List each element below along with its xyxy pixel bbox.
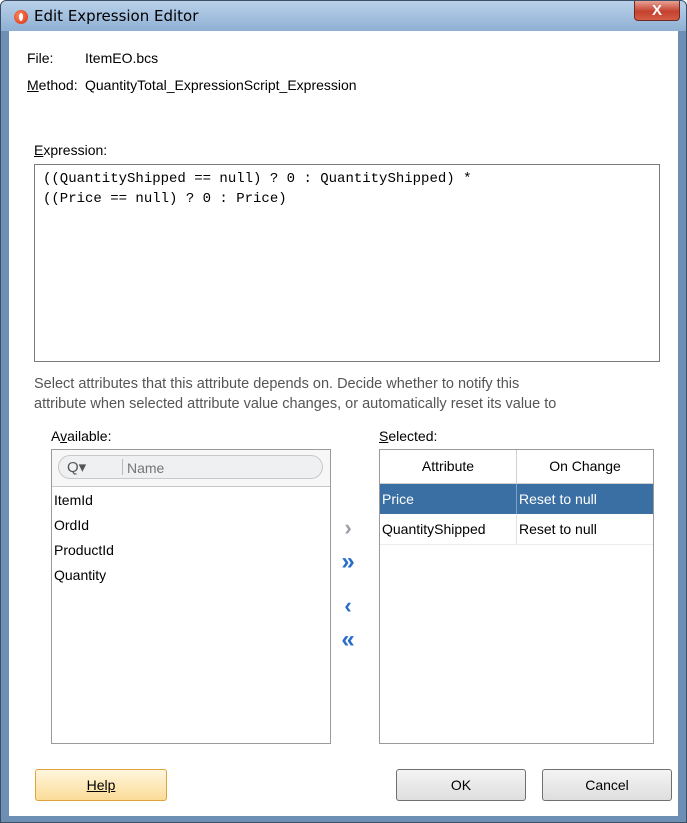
expression-line-1: ((QuantityShipped == null) ? 0 : Quantit… bbox=[43, 171, 472, 187]
expression-line-2: ((Price == null) ? 0 : Price) bbox=[43, 191, 287, 207]
window-title: Edit Expression Editor bbox=[34, 7, 199, 25]
file-label: File: bbox=[27, 50, 54, 66]
ok-button[interactable]: OK bbox=[396, 769, 526, 801]
search-input[interactable] bbox=[125, 458, 319, 478]
available-label: Available: bbox=[51, 428, 112, 444]
on-change-cell[interactable]: Reset to null bbox=[517, 484, 653, 514]
cancel-button[interactable]: Cancel bbox=[542, 769, 672, 801]
on-change-cell[interactable]: Reset to null bbox=[517, 514, 653, 544]
list-item[interactable]: ItemId bbox=[52, 488, 330, 513]
search-bar: Q▾ bbox=[52, 450, 330, 487]
help-label: Help bbox=[86, 777, 116, 793]
attribute-cell: QuantityShipped bbox=[380, 514, 517, 544]
close-icon: X bbox=[651, 2, 662, 19]
table-row[interactable]: Price Reset to null bbox=[380, 484, 653, 514]
move-right-button[interactable]: › bbox=[335, 514, 361, 542]
hint-line-2: attribute when selected attribute value … bbox=[34, 396, 557, 412]
expression-textarea[interactable]: ((QuantityShipped == null) ? 0 : Quantit… bbox=[34, 164, 660, 362]
column-header-on-change[interactable]: On Change bbox=[517, 450, 653, 484]
file-value: ItemEO.bcs bbox=[85, 50, 159, 66]
move-left-button[interactable]: ‹ bbox=[335, 592, 361, 620]
list-item[interactable]: ProductId bbox=[52, 538, 330, 563]
dependency-hint: Select attributes that this attribute de… bbox=[34, 374, 674, 414]
available-items: ItemId OrdId ProductId Quantity bbox=[52, 488, 330, 588]
attribute-cell: Price bbox=[380, 484, 517, 514]
close-button[interactable]: X bbox=[634, 1, 680, 21]
expression-label: Expression: bbox=[34, 142, 108, 158]
selected-table[interactable]: Attribute On Change Price Reset to null … bbox=[379, 449, 654, 744]
selected-label: Selected: bbox=[379, 428, 438, 444]
column-header-attribute[interactable]: Attribute bbox=[380, 450, 517, 484]
hint-line-1: Select attributes that this attribute de… bbox=[34, 376, 520, 392]
move-all-right-button[interactable]: » bbox=[335, 548, 361, 576]
help-button[interactable]: Help bbox=[35, 769, 167, 801]
title-bar[interactable]: Edit Expression Editor X bbox=[1, 1, 686, 31]
search-field[interactable]: Q▾ bbox=[58, 455, 323, 479]
dialog-window: Edit Expression Editor X File: ItemEO.bc… bbox=[0, 0, 687, 823]
search-separator bbox=[122, 459, 123, 475]
table-row[interactable]: QuantityShipped Reset to null bbox=[380, 514, 653, 545]
list-item[interactable]: OrdId bbox=[52, 513, 330, 538]
available-list[interactable]: Q▾ ItemId OrdId ProductId Quantity bbox=[51, 449, 331, 744]
search-icon[interactable]: Q▾ bbox=[67, 458, 86, 476]
method-value: QuantityTotal_ExpressionScript_Expressio… bbox=[85, 77, 357, 93]
app-icon bbox=[14, 10, 28, 24]
list-item[interactable]: Quantity bbox=[52, 563, 330, 588]
method-label: Method: bbox=[27, 77, 78, 93]
move-all-left-button[interactable]: « bbox=[335, 626, 361, 654]
